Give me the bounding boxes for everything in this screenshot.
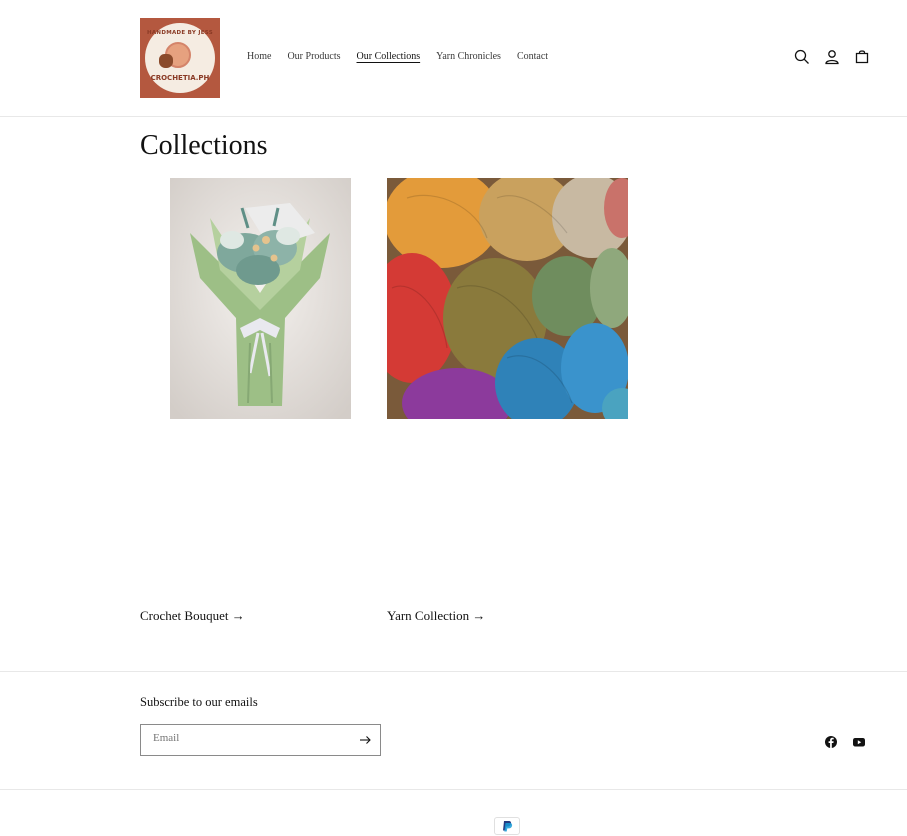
crochet-bouquet-image[interactable] (170, 178, 351, 419)
facebook-icon[interactable] (824, 735, 838, 749)
brand-logo[interactable]: HANDMADE BY JESS CROCHETIA.PH (140, 18, 220, 98)
arrow-right-icon: → (472, 608, 486, 623)
collection-link-crochet-bouquet[interactable]: Crochet Bouquet → (140, 608, 245, 624)
main-nav: Home Our Products Our Collections Yarn C… (247, 51, 564, 62)
logo-wordmark: CROCHETIA.PH (150, 74, 210, 82)
arrow-right-icon[interactable] (358, 733, 372, 747)
nav-our-collections[interactable]: Our Collections (357, 51, 421, 62)
logo-tagline: HANDMADE BY JESS (146, 30, 214, 36)
newsletter-heading: Subscribe to our emails (140, 695, 258, 709)
footer-divider (0, 671, 907, 672)
page-title: Collections (140, 130, 268, 161)
email-input[interactable] (153, 732, 348, 744)
account-icon[interactable] (823, 48, 841, 66)
nav-yarn-chronicles[interactable]: Yarn Chronicles (436, 51, 501, 62)
search-icon[interactable] (793, 48, 811, 66)
header-actions (793, 48, 871, 66)
paypal-logo (503, 821, 513, 832)
cart-icon[interactable] (853, 48, 871, 66)
nav-our-products[interactable]: Our Products (287, 51, 340, 62)
site-header: HANDMADE BY JESS CROCHETIA.PH Home Our P… (0, 0, 907, 117)
nav-home[interactable]: Home (247, 51, 271, 62)
nav-contact[interactable]: Contact (517, 51, 548, 62)
dog-icon (159, 54, 173, 68)
youtube-icon[interactable] (852, 735, 866, 749)
arrow-right-icon: → (231, 608, 245, 623)
collection-title: Crochet Bouquet (140, 608, 229, 623)
paypal-icon (494, 817, 520, 835)
newsletter-form (140, 724, 381, 756)
footer-divider (0, 789, 907, 790)
yarn-collection-image[interactable] (387, 178, 628, 419)
collection-title: Yarn Collection (387, 608, 470, 623)
collection-link-yarn-collection[interactable]: Yarn Collection → (387, 608, 485, 624)
